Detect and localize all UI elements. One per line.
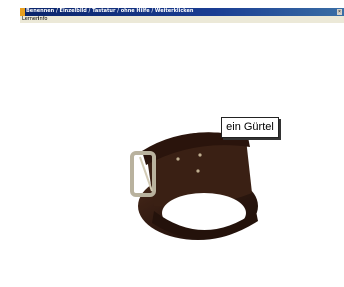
app-icon [20,8,25,16]
app-window: Benennen / Einzelbild / Tastatur / ohne … [20,8,344,287]
menu-bar: Lernen Info [20,16,344,23]
word-label[interactable]: ein Gürtel [221,117,279,138]
close-button[interactable]: × [337,9,342,15]
window-title: Benennen / Einzelbild / Tastatur / ohne … [26,8,194,14]
title-bar: Benennen / Einzelbild / Tastatur / ohne … [20,8,344,16]
content-area: ein Gürtel [20,23,344,287]
menu-item-lernen[interactable]: Lernen [22,16,39,23]
menu-item-info[interactable]: Info [38,16,47,23]
